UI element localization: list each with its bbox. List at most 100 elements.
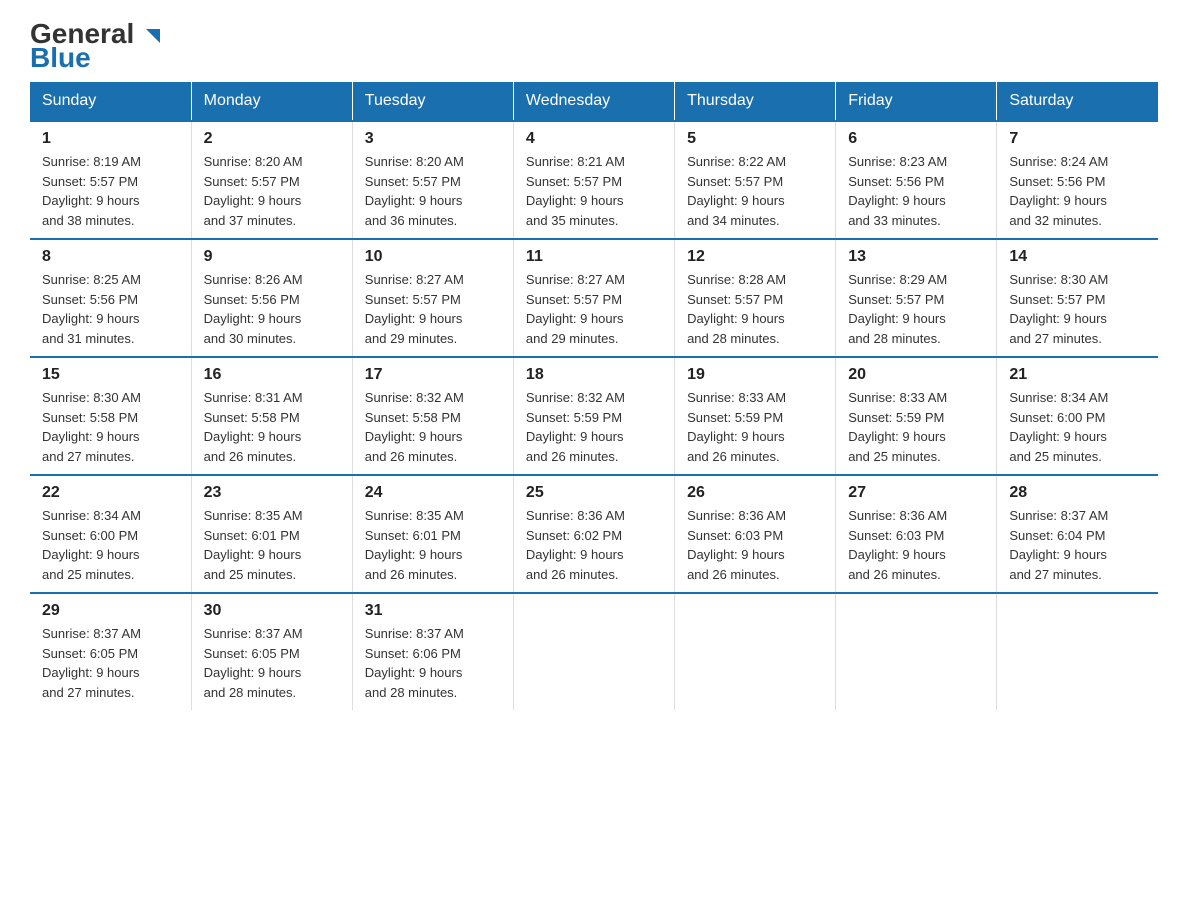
calendar-cell: 1 Sunrise: 8:19 AM Sunset: 5:57 PM Dayli… [30,121,191,239]
day-number: 20 [848,366,984,384]
day-number: 6 [848,130,984,148]
calendar-header-monday: Monday [191,82,352,121]
day-info: Sunrise: 8:31 AM Sunset: 5:58 PM Dayligh… [204,388,340,466]
day-info: Sunrise: 8:30 AM Sunset: 5:58 PM Dayligh… [42,388,179,466]
calendar-cell: 29 Sunrise: 8:37 AM Sunset: 6:05 PM Dayl… [30,593,191,710]
calendar-header-tuesday: Tuesday [352,82,513,121]
calendar-cell: 14 Sunrise: 8:30 AM Sunset: 5:57 PM Dayl… [997,239,1158,357]
day-info: Sunrise: 8:29 AM Sunset: 5:57 PM Dayligh… [848,270,984,348]
logo: General Blue [30,20,162,72]
day-number: 12 [687,248,823,266]
day-number: 18 [526,366,662,384]
day-number: 27 [848,484,984,502]
day-info: Sunrise: 8:37 AM Sunset: 6:04 PM Dayligh… [1009,506,1146,584]
day-number: 31 [365,602,501,620]
day-info: Sunrise: 8:33 AM Sunset: 5:59 PM Dayligh… [687,388,823,466]
day-info: Sunrise: 8:33 AM Sunset: 5:59 PM Dayligh… [848,388,984,466]
day-number: 26 [687,484,823,502]
calendar-cell: 21 Sunrise: 8:34 AM Sunset: 6:00 PM Dayl… [997,357,1158,475]
day-number: 21 [1009,366,1146,384]
day-info: Sunrise: 8:27 AM Sunset: 5:57 PM Dayligh… [365,270,501,348]
day-info: Sunrise: 8:21 AM Sunset: 5:57 PM Dayligh… [526,152,662,230]
day-number: 24 [365,484,501,502]
day-info: Sunrise: 8:36 AM Sunset: 6:03 PM Dayligh… [848,506,984,584]
calendar-week-row: 22 Sunrise: 8:34 AM Sunset: 6:00 PM Dayl… [30,475,1158,593]
day-number: 1 [42,130,179,148]
day-number: 5 [687,130,823,148]
calendar-cell [836,593,997,710]
calendar-cell: 2 Sunrise: 8:20 AM Sunset: 5:57 PM Dayli… [191,121,352,239]
day-info: Sunrise: 8:37 AM Sunset: 6:05 PM Dayligh… [204,624,340,702]
calendar-header-wednesday: Wednesday [513,82,674,121]
day-info: Sunrise: 8:37 AM Sunset: 6:06 PM Dayligh… [365,624,501,702]
day-info: Sunrise: 8:34 AM Sunset: 6:00 PM Dayligh… [42,506,179,584]
calendar-cell: 10 Sunrise: 8:27 AM Sunset: 5:57 PM Dayl… [352,239,513,357]
day-number: 10 [365,248,501,266]
calendar-cell: 3 Sunrise: 8:20 AM Sunset: 5:57 PM Dayli… [352,121,513,239]
calendar-cell: 17 Sunrise: 8:32 AM Sunset: 5:58 PM Dayl… [352,357,513,475]
day-info: Sunrise: 8:24 AM Sunset: 5:56 PM Dayligh… [1009,152,1146,230]
day-number: 22 [42,484,179,502]
day-number: 2 [204,130,340,148]
calendar-body: 1 Sunrise: 8:19 AM Sunset: 5:57 PM Dayli… [30,121,1158,710]
calendar-cell: 28 Sunrise: 8:37 AM Sunset: 6:04 PM Dayl… [997,475,1158,593]
day-info: Sunrise: 8:20 AM Sunset: 5:57 PM Dayligh… [365,152,501,230]
day-info: Sunrise: 8:34 AM Sunset: 6:00 PM Dayligh… [1009,388,1146,466]
day-info: Sunrise: 8:32 AM Sunset: 5:59 PM Dayligh… [526,388,662,466]
calendar-cell [513,593,674,710]
calendar-cell: 8 Sunrise: 8:25 AM Sunset: 5:56 PM Dayli… [30,239,191,357]
day-number: 3 [365,130,501,148]
calendar-cell: 5 Sunrise: 8:22 AM Sunset: 5:57 PM Dayli… [675,121,836,239]
day-number: 29 [42,602,179,620]
calendar-cell: 24 Sunrise: 8:35 AM Sunset: 6:01 PM Dayl… [352,475,513,593]
day-number: 25 [526,484,662,502]
day-number: 8 [42,248,179,266]
calendar-cell: 7 Sunrise: 8:24 AM Sunset: 5:56 PM Dayli… [997,121,1158,239]
day-number: 11 [526,248,662,266]
calendar-cell: 16 Sunrise: 8:31 AM Sunset: 5:58 PM Dayl… [191,357,352,475]
calendar-cell [997,593,1158,710]
logo-arrow-icon [144,27,162,45]
day-number: 19 [687,366,823,384]
day-number: 13 [848,248,984,266]
calendar-header-friday: Friday [836,82,997,121]
calendar-cell: 6 Sunrise: 8:23 AM Sunset: 5:56 PM Dayli… [836,121,997,239]
day-info: Sunrise: 8:36 AM Sunset: 6:02 PM Dayligh… [526,506,662,584]
day-info: Sunrise: 8:32 AM Sunset: 5:58 PM Dayligh… [365,388,501,466]
calendar-cell [675,593,836,710]
calendar-week-row: 15 Sunrise: 8:30 AM Sunset: 5:58 PM Dayl… [30,357,1158,475]
calendar-header-saturday: Saturday [997,82,1158,121]
calendar-cell: 15 Sunrise: 8:30 AM Sunset: 5:58 PM Dayl… [30,357,191,475]
calendar-cell: 26 Sunrise: 8:36 AM Sunset: 6:03 PM Dayl… [675,475,836,593]
day-info: Sunrise: 8:19 AM Sunset: 5:57 PM Dayligh… [42,152,179,230]
calendar-week-row: 29 Sunrise: 8:37 AM Sunset: 6:05 PM Dayl… [30,593,1158,710]
day-number: 4 [526,130,662,148]
calendar-cell: 13 Sunrise: 8:29 AM Sunset: 5:57 PM Dayl… [836,239,997,357]
calendar-header-sunday: Sunday [30,82,191,121]
calendar-week-row: 8 Sunrise: 8:25 AM Sunset: 5:56 PM Dayli… [30,239,1158,357]
calendar-table: SundayMondayTuesdayWednesdayThursdayFrid… [30,82,1158,710]
day-info: Sunrise: 8:30 AM Sunset: 5:57 PM Dayligh… [1009,270,1146,348]
day-number: 30 [204,602,340,620]
day-info: Sunrise: 8:25 AM Sunset: 5:56 PM Dayligh… [42,270,179,348]
day-number: 15 [42,366,179,384]
calendar-cell: 11 Sunrise: 8:27 AM Sunset: 5:57 PM Dayl… [513,239,674,357]
calendar-cell: 23 Sunrise: 8:35 AM Sunset: 6:01 PM Dayl… [191,475,352,593]
calendar-cell: 30 Sunrise: 8:37 AM Sunset: 6:05 PM Dayl… [191,593,352,710]
calendar-header: SundayMondayTuesdayWednesdayThursdayFrid… [30,82,1158,121]
day-number: 9 [204,248,340,266]
calendar-cell: 19 Sunrise: 8:33 AM Sunset: 5:59 PM Dayl… [675,357,836,475]
calendar-cell: 20 Sunrise: 8:33 AM Sunset: 5:59 PM Dayl… [836,357,997,475]
day-number: 16 [204,366,340,384]
calendar-cell: 12 Sunrise: 8:28 AM Sunset: 5:57 PM Dayl… [675,239,836,357]
day-info: Sunrise: 8:36 AM Sunset: 6:03 PM Dayligh… [687,506,823,584]
day-number: 17 [365,366,501,384]
calendar-cell: 22 Sunrise: 8:34 AM Sunset: 6:00 PM Dayl… [30,475,191,593]
logo-blue-text: Blue [30,44,91,72]
page-header: General Blue [30,20,1158,72]
day-number: 28 [1009,484,1146,502]
day-info: Sunrise: 8:28 AM Sunset: 5:57 PM Dayligh… [687,270,823,348]
calendar-header-thursday: Thursday [675,82,836,121]
calendar-cell: 25 Sunrise: 8:36 AM Sunset: 6:02 PM Dayl… [513,475,674,593]
day-info: Sunrise: 8:35 AM Sunset: 6:01 PM Dayligh… [204,506,340,584]
